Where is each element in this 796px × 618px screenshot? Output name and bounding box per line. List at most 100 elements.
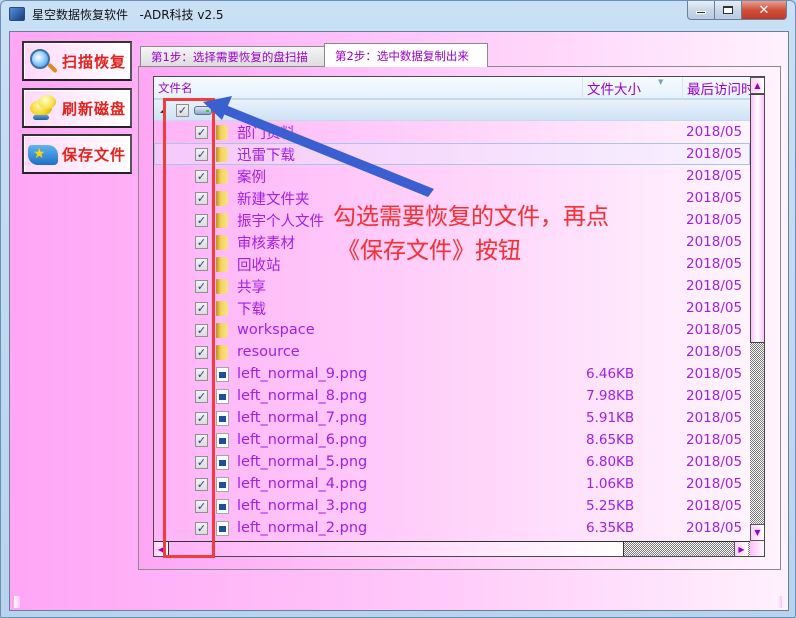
row-date: 2018/05 [686, 344, 743, 360]
file-row[interactable]: ✓ left_normal_6.png 8.65KB 2018/05 [154, 429, 750, 451]
row-checkbox[interactable]: ✓ [195, 455, 208, 469]
column-header-name[interactable]: 文件名 [154, 77, 583, 99]
scroll-right-button[interactable]: ▶ [734, 542, 748, 556]
row-name: workspace [237, 322, 315, 338]
folder-icon [216, 256, 228, 272]
row-checkbox[interactable]: ✓ [195, 191, 208, 205]
horizontal-scroll-thumb[interactable] [168, 542, 624, 556]
drive-checkbox[interactable]: ✓ [176, 103, 189, 117]
refresh-bubbles-icon [28, 94, 58, 122]
row-checkbox[interactable]: ✓ [195, 477, 208, 491]
folder-icon [216, 300, 228, 316]
row-date: 2018/05 [686, 410, 743, 426]
annotation-line-2: 《保存文件》按钮 [337, 238, 521, 264]
row-date: 2018/05 [686, 366, 743, 382]
row-checkbox[interactable]: ✓ [195, 345, 208, 359]
window-title: 星空数据恢复软件 -ADR科技 v2.5 [32, 7, 224, 22]
row-name: 下载 [237, 301, 266, 318]
annotation-line-1: 勾选需要恢复的文件，再点 [333, 204, 609, 230]
png-file-icon [216, 388, 229, 404]
collapse-triangle-icon[interactable]: ◢ [160, 106, 165, 114]
app-icon [9, 7, 25, 21]
drive-row[interactable]: ◢ ✓ : [154, 99, 750, 121]
file-row[interactable]: ✓ left_normal_8.png 7.98KB 2018/05 [154, 385, 750, 407]
folder-icon [216, 146, 228, 162]
row-date: 2018/05 [686, 146, 743, 162]
save-file-button[interactable]: ★ 保存文件 [22, 134, 132, 174]
scan-recover-button[interactable]: 扫描恢复 [22, 41, 132, 81]
row-size: 5.91KB [586, 410, 635, 426]
row-checkbox[interactable]: ✓ [195, 411, 208, 425]
column-header-size[interactable]: 文件大小 [583, 77, 683, 99]
row-date: 2018/05 [686, 278, 743, 294]
app-window: 星空数据恢复软件 -ADR科技 v2.5 ✕ 扫描恢复 刷新磁盘 ★ 保存文件 … [0, 0, 796, 618]
file-list: 文件名 文件大小 最后访问时 ▼ ◢ ✓ : ✓ 部门资料 2018/05 ✓ 迅雷下载… [153, 76, 765, 557]
row-name: left_normal_8.png [237, 388, 368, 404]
file-row[interactable]: ✓ left_normal_7.png 5.91KB 2018/05 [154, 407, 750, 429]
scroll-up-button[interactable]: ▲ [750, 77, 764, 94]
tab-step1-scan[interactable]: 第1步：选择需要恢复的盘扫描 [140, 46, 325, 67]
file-row[interactable]: ✓ left_normal_5.png 6.80KB 2018/05 [154, 451, 750, 473]
png-file-icon [216, 366, 229, 382]
row-checkbox[interactable]: ✓ [195, 521, 208, 535]
tab-panel: 文件名 文件大小 最后访问时 ▼ ◢ ✓ : ✓ 部门资料 2018/05 ✓ 迅雷下载… [138, 66, 781, 570]
row-size: 6.46KB [586, 366, 635, 382]
refresh-disk-label: 刷新磁盘 [62, 99, 127, 118]
folder-row[interactable]: ✓ 迅雷下载 2018/05 [154, 143, 750, 165]
list-rows: ◢ ✓ : ✓ 部门资料 2018/05 ✓ 迅雷下载 2018/05 ✓ 案例 2018/05… [154, 99, 750, 539]
row-checkbox[interactable]: ✓ [195, 279, 208, 293]
row-name: resource [237, 344, 300, 360]
file-row[interactable]: ✓ left_normal_2.png 6.35KB 2018/05 [154, 517, 750, 539]
row-size: 6.80KB [586, 454, 635, 470]
row-checkbox[interactable]: ✓ [195, 323, 208, 337]
row-date: 2018/05 [686, 322, 743, 338]
horizontal-scrollbar[interactable]: ◀ ▶ [154, 541, 750, 556]
scroll-down-button[interactable]: ▼ [750, 524, 764, 541]
vertical-scroll-thumb[interactable] [750, 94, 764, 343]
png-file-icon [216, 476, 229, 492]
folder-row[interactable]: ✓ 案例 2018/05 [154, 165, 750, 187]
png-file-icon [216, 520, 229, 536]
vertical-scrollbar[interactable]: ▲ ▼ [750, 77, 764, 541]
row-date: 2018/05 [686, 124, 743, 140]
file-row[interactable]: ✓ left_normal_4.png 1.06KB 2018/05 [154, 473, 750, 495]
maximize-button[interactable] [715, 1, 742, 20]
refresh-disk-button[interactable]: 刷新磁盘 [22, 88, 132, 128]
row-date: 2018/05 [686, 212, 743, 228]
drive-icon [194, 105, 212, 115]
window-controls: ✕ [687, 1, 787, 20]
folder-row[interactable]: ✓ workspace 2018/05 [154, 319, 750, 341]
row-checkbox[interactable]: ✓ [195, 125, 208, 139]
row-name: 审核素材 [237, 235, 295, 252]
row-checkbox[interactable]: ✓ [195, 367, 208, 381]
folder-row[interactable]: ✓ 共享 2018/05 [154, 275, 750, 297]
row-checkbox[interactable]: ✓ [195, 147, 208, 161]
row-checkbox[interactable]: ✓ [195, 169, 208, 183]
row-name: 回收站 [237, 257, 281, 274]
row-checkbox[interactable]: ✓ [195, 213, 208, 227]
minimize-button[interactable] [687, 1, 715, 20]
file-row[interactable]: ✓ left_normal_9.png 6.46KB 2018/05 [154, 363, 750, 385]
folder-row[interactable]: ✓ resource 2018/05 [154, 341, 750, 363]
column-header-date[interactable]: 最后访问时 [683, 77, 750, 99]
folder-row[interactable]: ✓ 下载 2018/05 [154, 297, 750, 319]
row-checkbox[interactable]: ✓ [195, 499, 208, 513]
row-checkbox[interactable]: ✓ [195, 433, 208, 447]
row-name: left_normal_3.png [237, 498, 368, 514]
row-size: 5.25KB [586, 498, 635, 514]
folder-icon [216, 344, 228, 360]
row-date: 2018/05 [686, 498, 743, 514]
png-file-icon [216, 454, 229, 470]
scroll-left-button[interactable]: ◀ [154, 542, 168, 556]
row-name: 案例 [237, 169, 266, 186]
file-row[interactable]: ✓ left_normal_3.png 5.25KB 2018/05 [154, 495, 750, 517]
folder-row[interactable]: ✓ 部门资料 2018/05 [154, 121, 750, 143]
row-checkbox[interactable]: ✓ [195, 257, 208, 271]
list-header: 文件名 文件大小 最后访问时 ▼ [154, 77, 750, 99]
row-checkbox[interactable]: ✓ [195, 235, 208, 249]
row-checkbox[interactable]: ✓ [195, 389, 208, 403]
row-checkbox[interactable]: ✓ [195, 301, 208, 315]
tab-step2-copy[interactable]: 第2步：选中数据复制出来 [324, 43, 488, 67]
folder-icon [216, 234, 228, 250]
close-button[interactable]: ✕ [742, 1, 787, 20]
